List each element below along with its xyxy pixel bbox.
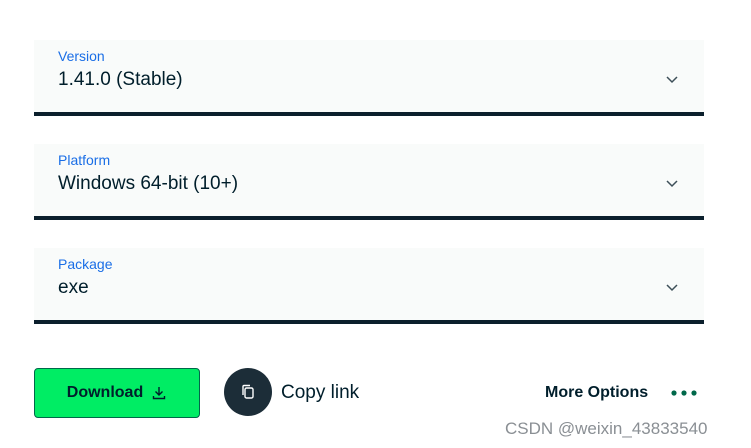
watermark-text: CSDN @weixin_43833540 [505, 419, 708, 438]
chevron-down-icon [666, 180, 678, 188]
package-select[interactable]: Package exe [34, 248, 704, 324]
package-label: Package [58, 256, 113, 272]
version-value: 1.41.0 (Stable) [58, 69, 183, 90]
chevron-down-icon [666, 284, 678, 292]
version-label: Version [58, 48, 105, 64]
download-icon [153, 387, 166, 400]
copy-icon [242, 384, 254, 399]
download-label: Download [66, 384, 144, 401]
platform-value: Windows 64-bit (10+) [58, 173, 239, 194]
more-options-button[interactable]: More Options [545, 384, 648, 402]
version-select[interactable]: Version 1.41.0 (Stable) [34, 40, 704, 116]
chevron-down-icon [666, 76, 678, 84]
copy-link-label[interactable]: Copy link [281, 382, 359, 404]
package-value: exe [58, 277, 89, 298]
copy-link-button[interactable] [224, 368, 272, 416]
platform-select[interactable]: Platform Windows 64-bit (10+) [34, 144, 704, 220]
ellipsis-icon[interactable] [670, 389, 698, 397]
download-button[interactable]: Download [34, 368, 200, 418]
platform-label: Platform [58, 152, 111, 168]
